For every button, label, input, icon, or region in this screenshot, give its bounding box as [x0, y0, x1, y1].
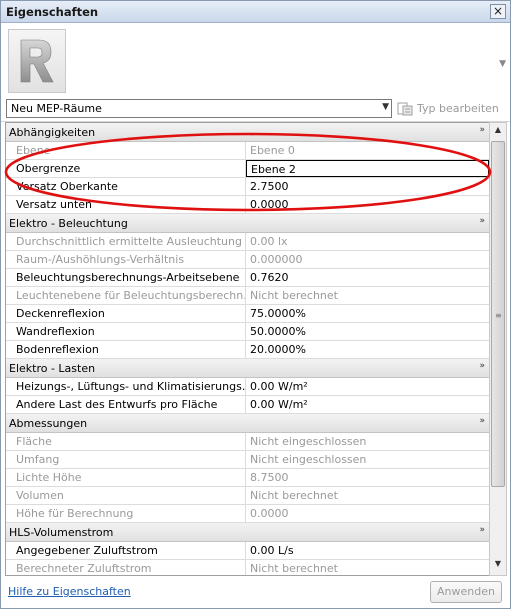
window-title: Eigenschaften	[6, 5, 99, 19]
property-row[interactable]: Höhe für Berechnung 0.0000	[6, 505, 489, 523]
property-value[interactable]: 0.00 W/m²	[246, 396, 489, 413]
edit-type-button[interactable]: Typ bearbeiten	[397, 99, 499, 118]
properties-grid: Abhängigkeiten » Ebene Ebene 0 Obergrenze Ebe…	[5, 122, 489, 576]
apply-button[interactable]: Anwenden	[430, 581, 502, 603]
type-selector-value: Neu MEP-Räume	[11, 102, 102, 115]
collapse-icon[interactable]: »	[479, 361, 485, 371]
category-label: HLS-Volumenstrom	[9, 525, 114, 539]
property-row[interactable]: Obergrenze Ebene 2	[6, 160, 489, 178]
property-row[interactable]: Heizungs-, Lüftungs- und Klimatisierungs…	[6, 378, 489, 396]
property-value: 8.7500	[250, 471, 289, 484]
property-name: Raum-/Aushöhlungs-Verhältnis	[6, 251, 246, 268]
property-name: Obergrenze	[6, 160, 246, 177]
collapse-icon[interactable]: »	[479, 216, 485, 226]
type-selector-dropdown[interactable]: Neu MEP-Räume ▼	[6, 99, 392, 118]
property-name: Deckenreflexion	[6, 305, 246, 322]
scroll-up-icon[interactable]: ▲	[490, 125, 506, 139]
property-value[interactable]: 0.00 L/s	[246, 542, 489, 559]
category-label: Elektro - Lasten	[9, 361, 96, 375]
property-row[interactable]: Umfang Nicht eingeschlossen	[6, 451, 489, 469]
close-icon[interactable]: ×	[490, 4, 506, 19]
category-header[interactable]: HLS-Volumenstrom »	[6, 523, 489, 542]
property-value[interactable]: 0.7620	[246, 269, 489, 286]
property-value[interactable]: 75.0000%	[246, 305, 489, 322]
property-row[interactable]: Wandreflexion 50.0000%	[6, 323, 489, 341]
property-name: Andere Last des Entwurfs pro Fläche	[6, 396, 246, 413]
title-bar[interactable]: Eigenschaften ×	[1, 1, 510, 23]
property-name: Durchschnittlich ermittelte Ausleuchtung	[6, 233, 246, 250]
property-row[interactable]: Volumen Nicht berechnet	[6, 487, 489, 505]
property-value: 0.0000	[250, 507, 289, 520]
property-value: Nicht berechnet	[250, 489, 338, 502]
category-header[interactable]: Abhängigkeiten »	[6, 123, 489, 142]
property-row[interactable]: Andere Last des Entwurfs pro Fläche 0.00 …	[6, 396, 489, 414]
property-row[interactable]: Versatz Oberkante 2.7500	[6, 178, 489, 196]
property-value[interactable]: 20.0000%	[246, 341, 489, 358]
property-name: Leuchtenebene für Beleuchtungsberechn...	[6, 287, 246, 304]
property-value: Ebene 0	[250, 144, 295, 157]
property-value[interactable]: 0.00 W/m²	[246, 378, 489, 395]
category-header[interactable]: Elektro - Lasten »	[6, 359, 489, 378]
property-value: Nicht eingeschlossen	[250, 453, 367, 466]
scrollbar-thumb[interactable]: ≡	[491, 141, 505, 487]
property-value[interactable]: Ebene 2	[246, 160, 489, 177]
property-row[interactable]: Berechneter Zuluftstrom Nicht berechnet	[6, 560, 489, 575]
property-name: Lichte Höhe	[6, 469, 246, 486]
collapse-icon[interactable]: »	[479, 416, 485, 426]
property-value[interactable]: 0.0000	[246, 196, 489, 213]
property-name: Berechneter Zuluftstrom	[6, 560, 246, 575]
edit-type-icon	[397, 102, 413, 115]
property-row[interactable]: Ebene Ebene 0	[6, 142, 489, 160]
category-header[interactable]: Elektro - Beleuchtung »	[6, 214, 489, 233]
collapse-icon[interactable]: »	[479, 125, 485, 135]
property-row[interactable]: Durchschnittlich ermittelte Ausleuchtung…	[6, 233, 489, 251]
property-row[interactable]: Deckenreflexion 75.0000%	[6, 305, 489, 323]
property-name: Volumen	[6, 487, 246, 504]
category-label: Elektro - Beleuchtung	[9, 216, 128, 230]
chevron-down-icon[interactable]: ▼	[382, 102, 389, 112]
property-name: Bodenreflexion	[6, 341, 246, 358]
vertical-scrollbar[interactable]: ▲ ≡ ▼	[489, 122, 507, 576]
property-value: Nicht berechnet	[250, 562, 338, 575]
help-link[interactable]: Hilfe zu Eigenschaften	[8, 585, 131, 598]
type-preview: ▼	[1, 23, 510, 97]
revit-logo-icon	[8, 29, 66, 93]
property-value: 0.000000	[250, 253, 303, 266]
property-value[interactable]: 2.7500	[246, 178, 489, 195]
property-name: Versatz Oberkante	[6, 178, 246, 195]
property-row[interactable]: Bodenreflexion 20.0000%	[6, 341, 489, 359]
type-selector-bar: Neu MEP-Räume ▼ Typ bearbeiten	[1, 97, 510, 122]
property-name: Umfang	[6, 451, 246, 468]
property-row[interactable]: Versatz unten 0.0000	[6, 196, 489, 214]
edit-type-label: Typ bearbeiten	[417, 102, 499, 115]
category-header[interactable]: Abmessungen »	[6, 414, 489, 433]
property-name: Ebene	[6, 142, 246, 159]
property-value: Nicht eingeschlossen	[250, 435, 367, 448]
property-row[interactable]: Lichte Höhe 8.7500	[6, 469, 489, 487]
property-row[interactable]: Fläche Nicht eingeschlossen	[6, 433, 489, 451]
properties-window: Eigenschaften × ▼ Neu MEP-Räume ▼ Typ be…	[0, 0, 511, 609]
property-name: Beleuchtungsberechnungs-Arbeitsebene	[6, 269, 246, 286]
property-name: Angegebener Zuluftstrom	[6, 542, 246, 559]
collapse-icon[interactable]: »	[479, 525, 485, 535]
grip-icon: ≡	[495, 311, 502, 320]
preview-scroll-icon[interactable]: ▼	[499, 59, 506, 69]
property-row[interactable]: Beleuchtungsberechnungs-Arbeitsebene 0.76…	[6, 269, 489, 287]
category-label: Abmessungen	[9, 416, 88, 430]
footer: Hilfe zu Eigenschaften Anwenden	[1, 577, 510, 608]
category-label: Abhängigkeiten	[9, 125, 96, 139]
property-name: Versatz unten	[6, 196, 246, 213]
property-name: Heizungs-, Lüftungs- und Klimatisierungs…	[6, 378, 246, 395]
property-value[interactable]: 50.0000%	[246, 323, 489, 340]
property-value: 0.00 lx	[250, 235, 288, 248]
scroll-down-icon[interactable]: ▼	[490, 559, 506, 573]
property-name: Höhe für Berechnung	[6, 505, 246, 522]
property-name: Wandreflexion	[6, 323, 246, 340]
property-row[interactable]: Leuchtenebene für Beleuchtungsberechn...…	[6, 287, 489, 305]
property-row[interactable]: Angegebener Zuluftstrom 0.00 L/s	[6, 542, 489, 560]
property-row[interactable]: Raum-/Aushöhlungs-Verhältnis 0.000000	[6, 251, 489, 269]
property-value: Nicht berechnet	[250, 289, 338, 302]
property-name: Fläche	[6, 433, 246, 450]
